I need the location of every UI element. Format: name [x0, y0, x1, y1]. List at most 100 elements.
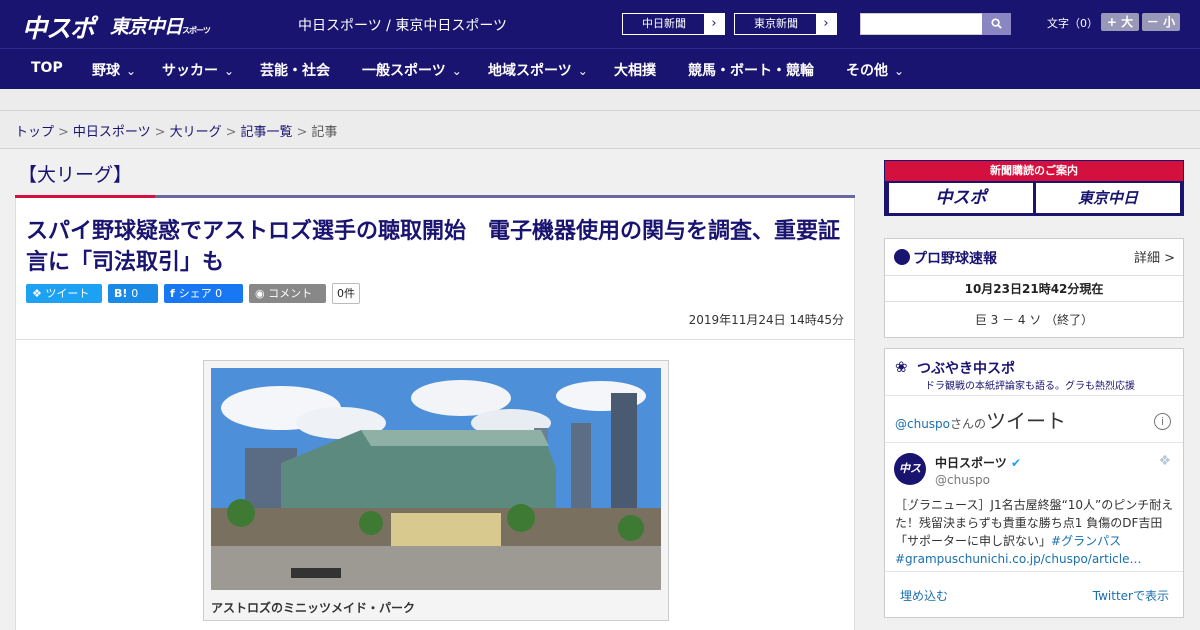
baseball-time: 10月23日21時42分現在 — [885, 275, 1183, 301]
baseball-title: プロ野球速報 — [913, 251, 997, 267]
facebook-icon: f — [170, 287, 179, 300]
nav-entertainment[interactable]: 芸能・社会 — [260, 60, 330, 80]
view-on-twitter-link[interactable]: Twitterで表示 — [1093, 587, 1169, 604]
nav-local-sports[interactable]: 地域スポーツ ⌄ — [488, 60, 588, 80]
tokyo-shimbun-button[interactable]: 東京新聞 › — [734, 13, 837, 35]
hatena-icon: B! — [114, 287, 132, 300]
tokyo-chunichi-logo[interactable]: 東京中日スポーツ — [110, 12, 211, 39]
tweet-label: ツイート — [45, 287, 90, 300]
avatar[interactable]: 中スポ — [894, 453, 926, 507]
tw-account-name[interactable]: 中日スポーツ ✔ — [935, 454, 1021, 471]
hatena-count: 0 — [131, 287, 139, 300]
search-input[interactable] — [860, 13, 983, 35]
chevron-right-icon: › — [704, 14, 724, 34]
font-larger-button[interactable]: + 大 — [1101, 13, 1139, 31]
font-size-label: 文字（0） — [1047, 17, 1098, 30]
chevron-right-icon: › — [816, 14, 836, 34]
ad-logo-chuspo[interactable]: 中スポ — [889, 183, 1033, 213]
search-button[interactable] — [982, 13, 1011, 35]
tokyo-label: 東京新聞 — [754, 17, 798, 30]
chuspo-logo[interactable]: 中スポ — [22, 9, 95, 45]
tweet-text: ［グラニュース］J1名古屋終盤“10人”のピンチ耐えた！残留決まらずも貴重な勝ち… — [895, 496, 1175, 568]
main-nav: TOP 野球 ⌄ サッカー ⌄ 芸能・社会 一般スポーツ ⌄ 地域スポーツ ⌄ 大相撲 … — [0, 48, 1200, 89]
chevron-down-icon: ⌄ — [126, 64, 137, 78]
stadium-image — [211, 368, 661, 590]
ad-title: 新聞購読のご案内 — [885, 161, 1183, 181]
chevron-down-icon: ⌄ — [577, 64, 588, 78]
chunichi-shimbun-button[interactable]: 中日新聞 › — [622, 13, 725, 35]
crumb-sep: > — [225, 125, 237, 140]
hatena-button[interactable]: B! 0 — [108, 284, 158, 303]
nav-general-sports[interactable]: 一般スポーツ ⌄ — [362, 60, 462, 80]
nav-soccer[interactable]: サッカー ⌄ — [162, 60, 234, 80]
chunichi-label: 中日新聞 — [642, 17, 686, 30]
crumb-chunichi-sports[interactable]: 中日スポーツ — [73, 125, 151, 140]
tw-link[interactable]: #grampuschunichi.co.jp/chuspo/article… — [895, 552, 1141, 566]
chevron-down-icon: ⌄ — [224, 64, 235, 78]
tweet-widget-title: つぶやき中スポ — [917, 361, 1015, 377]
tw-san: さんの — [950, 417, 987, 431]
ad-logo-tokyo[interactable]: 東京中日 — [1036, 183, 1180, 213]
nav-label: 競馬・ボート・競輪 — [688, 63, 814, 79]
baseball-score[interactable]: 巨 3 － 4 ソ （終了） — [885, 301, 1183, 337]
facebook-share-button[interactable]: f シェア 0 — [164, 284, 243, 303]
photo-figure: アストロズのミニッツメイド・パーク — [203, 360, 669, 621]
nav-top[interactable]: TOP — [31, 60, 63, 76]
tw-hashtag[interactable]: #グランパス — [1051, 534, 1121, 548]
top-header: 中スポ 東京中日スポーツ 中日スポーツ / 東京中日スポーツ 中日新聞 › 東京… — [0, 0, 1200, 48]
nav-label: サッカー — [162, 63, 218, 79]
tweet-widget-subtitle: ドラ観戦の本紙評論家も語る。グラも熱烈応援 — [925, 381, 1135, 392]
chevron-down-icon: ⌄ — [894, 64, 905, 78]
nav-label: その他 — [846, 63, 888, 79]
search-icon — [991, 18, 1002, 29]
article-body: アストロズのミニッツメイド・パーク — [15, 339, 855, 630]
baseball-widget: プロ野球速報 詳細 > 10月23日21時42分現在 巨 3 － 4 ソ （終了… — [884, 238, 1184, 338]
tw-handle[interactable]: @chuspo — [895, 417, 950, 431]
tokyo-logo-text: 東京中日 — [110, 16, 183, 38]
tokyo-logo-sub: スポーツ — [182, 26, 211, 35]
twitter-icon: ❖ — [32, 287, 46, 300]
breadcrumb-bar: トップ > 中日スポーツ > 大リーグ > 記事一覧 > 記事 — [0, 111, 1200, 149]
embed-link[interactable]: 埋め込む — [900, 587, 948, 604]
nav-baseball[interactable]: 野球 ⌄ — [92, 60, 136, 80]
comment-button[interactable]: ◉ コメント — [249, 284, 326, 303]
publish-date: 2019年11月24日 14時45分 — [688, 313, 844, 327]
nav-label: TOP — [31, 60, 63, 76]
crumb-sep: > — [58, 125, 69, 140]
comment-label: コメント — [268, 287, 313, 300]
info-icon[interactable]: i — [1154, 413, 1171, 430]
nav-racing[interactable]: 競馬・ボート・競輪 — [688, 60, 814, 80]
verified-icon: ✔ — [1010, 456, 1022, 470]
site-links[interactable]: 中日スポーツ / 東京中日スポーツ — [298, 15, 507, 35]
subscription-ad[interactable]: 新聞購読のご案内 中スポ 東京中日 — [884, 160, 1184, 216]
tw-user[interactable]: @chuspo — [935, 473, 990, 487]
comment-count: 0件 — [332, 283, 360, 304]
stadium-photo[interactable] — [211, 368, 661, 590]
nav-label: 大相撲 — [614, 63, 656, 79]
crumb-top[interactable]: トップ — [15, 125, 54, 140]
nav-label: 地域スポーツ — [488, 63, 572, 79]
twitter-bird-icon: ❖ — [1158, 453, 1171, 469]
nav-label: 一般スポーツ — [362, 63, 446, 79]
baseball-detail-link[interactable]: 詳細 > — [1134, 247, 1175, 266]
tweet-button[interactable]: ❖ ツイート — [26, 284, 102, 303]
crumb-sep: > — [154, 125, 166, 140]
nav-label: 野球 — [92, 63, 120, 79]
tweets-by-header: @chuspoさんのツイート — [895, 405, 1066, 434]
tweet-widget: ❀ つぶやき中スポ ドラ観戦の本紙評論家も語る。グラも熱烈応援 @chuspoさ… — [884, 348, 1184, 618]
comment-icon: ◉ — [255, 287, 269, 300]
nav-label: 芸能・社会 — [260, 63, 330, 79]
baseball-icon — [894, 249, 910, 265]
tw-name: 中日スポーツ — [935, 456, 1007, 470]
crumb-mlb[interactable]: 大リーグ — [170, 125, 222, 140]
nav-sumo[interactable]: 大相撲 — [614, 60, 656, 80]
chevron-down-icon: ⌄ — [451, 64, 462, 78]
crumb-current: 記事 — [311, 125, 338, 140]
article-headline: スパイ野球疑惑でアストロズ選手の聴取開始 電子機器使用の関与を調査、重要証言に「… — [26, 219, 841, 275]
sub-bar — [0, 89, 1200, 111]
crumb-sep: > — [296, 125, 308, 140]
font-smaller-button[interactable]: － 小 — [1142, 13, 1180, 31]
tw-tweet-label: ツイート — [986, 409, 1067, 433]
nav-other[interactable]: その他 ⌄ — [846, 60, 904, 80]
crumb-article-list[interactable]: 記事一覧 — [241, 125, 293, 140]
